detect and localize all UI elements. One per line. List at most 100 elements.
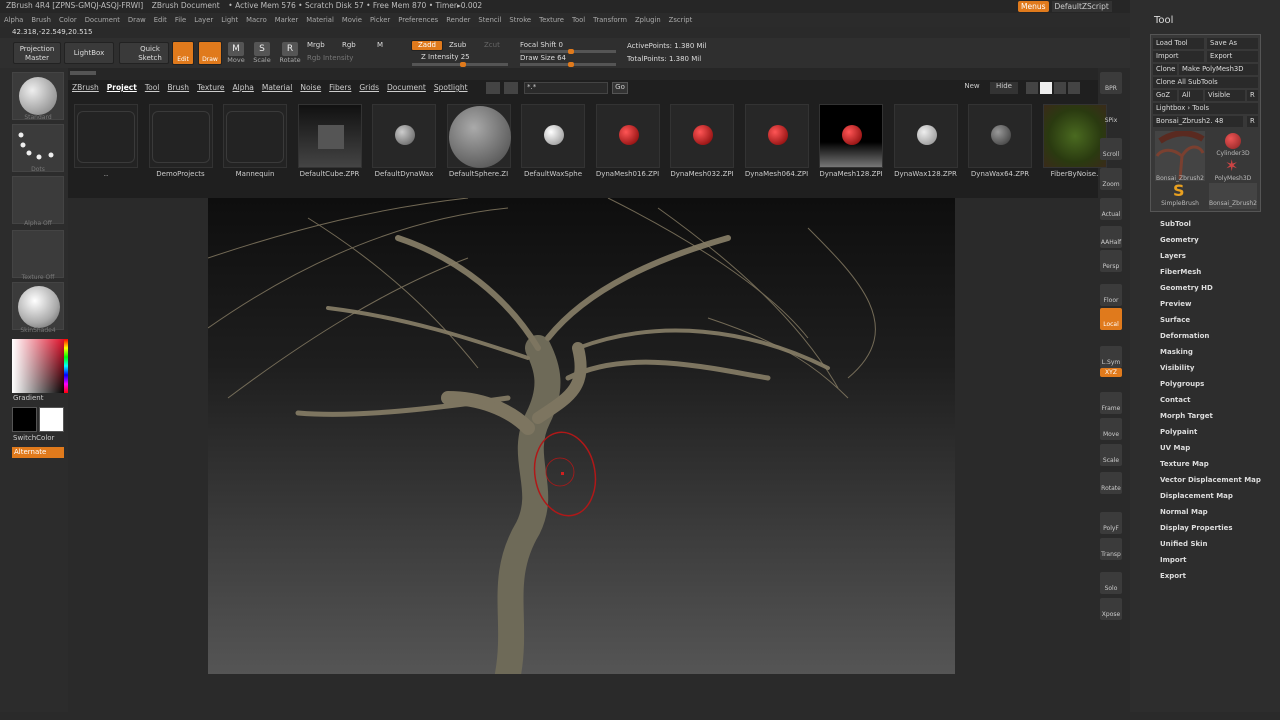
tool-menu-normal-map[interactable]: Normal Map	[1160, 508, 1208, 516]
lightbox-tab-spotlight[interactable]: Spotlight	[434, 83, 468, 92]
tool-menu-unified-skin[interactable]: Unified Skin	[1160, 540, 1208, 548]
lightbox-tools-button[interactable]: Lightbox › Tools	[1153, 103, 1258, 114]
polymesh-star-icon[interactable]: ✶	[1225, 158, 1238, 174]
tool-menu-deformation[interactable]: Deformation	[1160, 332, 1209, 340]
tool-menu-geometry-hd[interactable]: Geometry HD	[1160, 284, 1213, 292]
go-button[interactable]: Go	[612, 82, 628, 94]
goz-visible-button[interactable]: Visible	[1205, 90, 1245, 101]
new-button[interactable]: New	[958, 82, 986, 94]
gradient-button[interactable]: Gradient	[13, 394, 43, 402]
make-polymesh-button[interactable]: Make PolyMesh3D	[1179, 64, 1258, 75]
rotate-button[interactable]: R Rotate	[278, 42, 302, 64]
lightbox-tab-grids[interactable]: Grids	[359, 83, 379, 92]
lightbox-tab-noise[interactable]: Noise	[300, 83, 321, 92]
tool-menu-contact[interactable]: Contact	[1160, 396, 1191, 404]
lightbox-tab-material[interactable]: Material	[262, 83, 292, 92]
rightbar-move-button[interactable]: Move	[1100, 418, 1122, 440]
tool-menu-vector-displacement-map[interactable]: Vector Displacement Map	[1160, 476, 1261, 484]
draw-size-track[interactable]	[520, 62, 616, 67]
menu-macro[interactable]: Macro	[242, 16, 271, 24]
rightbar-lsym-button[interactable]: L.Sym	[1100, 346, 1122, 368]
menu-movie[interactable]: Movie	[338, 16, 366, 24]
lightbox-drag-bar[interactable]	[68, 68, 1098, 80]
tool-menu-visibility[interactable]: Visibility	[1160, 364, 1194, 372]
save-as-button[interactable]: Save As	[1207, 38, 1258, 49]
default-zscript-button[interactable]: DefaultZScript	[1051, 1, 1112, 12]
tool-menu-polygroups[interactable]: Polygroups	[1160, 380, 1204, 388]
tool-menu-masking[interactable]: Masking	[1160, 348, 1193, 356]
simplebrush-icon[interactable]: S	[1173, 183, 1185, 199]
prev-arrow-icon[interactable]	[486, 82, 500, 94]
menu-material[interactable]: Material	[302, 16, 338, 24]
menu-preferences[interactable]: Preferences	[394, 16, 442, 24]
next-arrow-icon[interactable]	[504, 82, 518, 94]
projection-master-button[interactable]: Projection Master	[13, 42, 61, 64]
menu-edit[interactable]: Edit	[150, 16, 171, 24]
draw-size-slider[interactable]: Draw Size 64	[520, 54, 566, 62]
bonsai-tool-thumbnail[interactable]	[1155, 130, 1205, 181]
lightbox-tab-fibers[interactable]: Fibers	[329, 83, 351, 92]
tool-menu-displacement-map[interactable]: Displacement Map	[1160, 492, 1233, 500]
export-button[interactable]: Export	[1207, 51, 1258, 62]
menu-texture[interactable]: Texture	[535, 16, 568, 24]
hue-strip[interactable]	[64, 339, 68, 393]
tool-menu-display-properties[interactable]: Display Properties	[1160, 524, 1233, 532]
edit-button[interactable]: Edit	[172, 41, 194, 65]
menu-picker[interactable]: Picker	[366, 16, 394, 24]
goz-r-button[interactable]: R	[1247, 90, 1258, 101]
tool-menu-export[interactable]: Export	[1160, 572, 1186, 580]
clone-button[interactable]: Clone	[1153, 64, 1177, 75]
lightbox-tab-project[interactable]: Project	[107, 83, 137, 92]
rightbar-scale-button[interactable]: Scale	[1100, 444, 1122, 466]
primary-color-swatch[interactable]	[12, 407, 37, 432]
draw-size-thumb[interactable]	[568, 62, 574, 67]
import-button[interactable]: Import	[1153, 51, 1204, 62]
tool-menu-import[interactable]: Import	[1160, 556, 1187, 564]
view-grid-icon[interactable]	[1068, 82, 1080, 94]
tool-menu-geometry[interactable]: Geometry	[1160, 236, 1199, 244]
lightbox-item[interactable]	[372, 104, 436, 168]
menu-stroke[interactable]: Stroke	[505, 16, 535, 24]
brush-selector[interactable]	[12, 72, 64, 120]
menu-draw[interactable]: Draw	[124, 16, 150, 24]
rightbar-bpr-button[interactable]: BPR	[1100, 72, 1122, 94]
current-tool-slider[interactable]: Bonsai_Zbrush2. 48	[1153, 116, 1243, 127]
rightbar-rotate-button[interactable]: Rotate	[1100, 472, 1122, 494]
rightbar-xyz-button[interactable]: XYZ	[1100, 368, 1122, 377]
lightbox-item[interactable]	[595, 104, 660, 168]
menu-marker[interactable]: Marker	[271, 16, 303, 24]
lightbox-item[interactable]	[819, 104, 883, 168]
zsub-button[interactable]: Zsub	[449, 41, 466, 49]
hide-button[interactable]: Hide	[990, 82, 1018, 94]
tool-menu-subtool[interactable]: SubTool	[1160, 220, 1191, 228]
rightbar-polyf-button[interactable]: PolyF	[1100, 512, 1122, 534]
rightbar-actual-button[interactable]: Actual	[1100, 198, 1122, 220]
secondary-color-swatch[interactable]	[39, 407, 64, 432]
quick-sketch-button[interactable]: Quick Sketch	[119, 42, 169, 64]
rightbar-floor-button[interactable]: Floor	[1100, 284, 1122, 306]
scale-button[interactable]: S Scale	[252, 42, 272, 64]
menu-file[interactable]: File	[171, 16, 190, 24]
color-picker[interactable]	[12, 339, 64, 393]
lightbox-button[interactable]: LightBox	[64, 42, 114, 64]
tool-menu-layers[interactable]: Layers	[1160, 252, 1186, 260]
focal-shift-slider[interactable]: Focal Shift 0	[520, 41, 563, 49]
m-button[interactable]: M	[377, 41, 383, 49]
tool-menu-fibermesh[interactable]: FiberMesh	[1160, 268, 1201, 276]
mrgb-button[interactable]: Mrgb	[307, 41, 325, 49]
tool-menu-surface[interactable]: Surface	[1160, 316, 1190, 324]
goz-button[interactable]: GoZ	[1153, 90, 1177, 101]
view-details-icon[interactable]	[1054, 82, 1066, 94]
rightbar-local-button[interactable]: Local	[1100, 308, 1122, 330]
zadd-button[interactable]: Zadd	[411, 40, 443, 51]
lightbox-tab-document[interactable]: Document	[387, 83, 426, 92]
lightbox-tab-texture[interactable]: Texture	[197, 83, 224, 92]
rightbar-zoom-button[interactable]: Zoom	[1100, 168, 1122, 190]
cylinder-icon[interactable]	[1225, 133, 1241, 149]
lightbox-tab-brush[interactable]: Brush	[167, 83, 189, 92]
rightbar-aahalf-button[interactable]: AAHalf	[1100, 226, 1122, 248]
rgb-button[interactable]: Rgb	[342, 41, 356, 49]
lightbox-item[interactable]	[446, 104, 511, 168]
goz-all-button[interactable]: All	[1179, 90, 1203, 101]
rightbar-spix-button[interactable]: SPix	[1100, 116, 1122, 126]
